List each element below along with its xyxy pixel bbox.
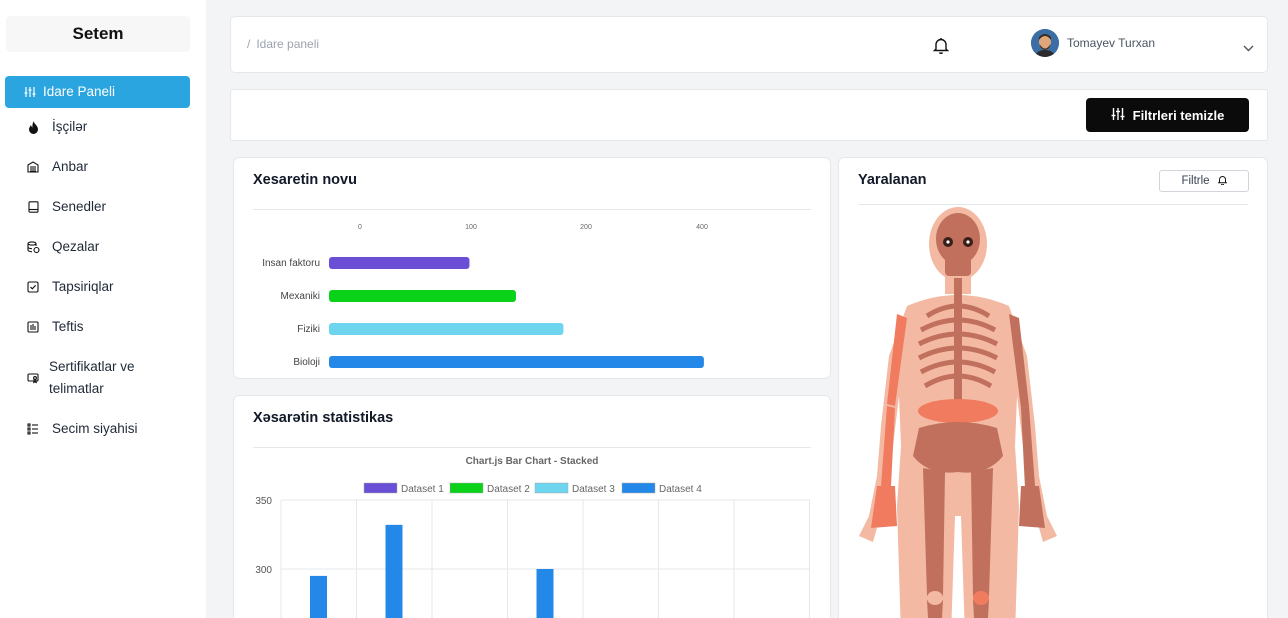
clear-filters-button[interactable]: Filtrleri temizle [1086,98,1249,132]
sidebar-item-label: Secim siyahisi [52,421,138,436]
legend-label: Dataset 1 [401,484,444,495]
sidebar-item-sertifikatlar[interactable]: Sertifikatlar ve telimatlar [5,356,190,400]
x-tick-label: 100 [465,224,477,231]
right-knee-highlight[interactable] [973,591,989,605]
bar [310,575,327,618]
injury-type-chart: 0 100 200 400 Insan faktoru Mexaniki Fiziki Bio… [262,224,708,368]
sidebar-item-label: Anbar [52,159,89,174]
category-label: Fiziki [297,324,320,335]
x-tick-label: 400 [696,224,708,231]
bar [329,257,470,269]
sidebar-item-label: Senedler [52,199,107,214]
user-menu[interactable]: Tomayev Turxan [1031,29,1155,57]
sidebar-item-senedler[interactable]: Senedler [5,196,190,218]
sliders-icon [1111,107,1125,124]
injury-stats-card: Xəsarətin statistikas Chart.js Bar Chart… [233,395,831,618]
document-icon [26,200,40,214]
legend-swatch [621,482,656,494]
sidebar-item-teftis[interactable]: Teftis [5,316,190,338]
legend-swatch [449,482,484,494]
sidebar-item-label: Tapsiriqlar [52,279,114,294]
category-label: Mexaniki [281,291,320,302]
flame-icon [26,120,40,134]
sidebar-item-tapsiriqlar[interactable]: Tapsiriqlar [5,276,190,298]
injured-card: Yaralanan Filtrle [838,157,1268,618]
breadcrumb-separator: / [247,37,251,51]
sidebar-item-label: Qezalar [52,239,100,254]
pelvis[interactable] [913,422,1003,473]
app-logo[interactable]: Setem [6,16,190,52]
sidebar-item-label: Teftis [52,319,84,334]
y-tick-label: 350 [255,496,272,507]
certificate-icon [26,371,40,385]
filter-bar: Filtrleri temizle [230,89,1268,141]
avatar [1031,29,1059,57]
sidebar-item-iscilar[interactable]: İşçilər [5,116,190,138]
bar [329,290,516,302]
chevron-down-icon[interactable] [1243,39,1254,57]
legend-swatch [534,482,569,494]
left-knee[interactable] [927,591,943,605]
card-divider [858,204,1248,205]
sliders-icon [23,85,37,99]
notification-bell-icon[interactable] [932,37,950,59]
card-title: Xesaretin novu [253,172,357,188]
bell-icon [1217,175,1228,188]
clear-filters-label: Filtrleri temizle [1132,107,1225,123]
breadcrumb-current[interactable]: Idare paneli [256,37,319,51]
card-divider [253,209,811,210]
sidebar-item-label: Idare Paneli [43,84,116,99]
sidebar-item-label: İşçilər [52,119,88,134]
x-tick-label: 0 [358,224,362,231]
legend-label: Dataset 3 [572,484,615,495]
filter-button[interactable]: Filtrle [1159,170,1249,192]
y-tick-label: 300 [255,565,272,576]
sidebar-item-label: Sertifikatlar ve telimatlar [49,359,135,396]
injury-type-card: Xesaretin novu 0 100 200 400 Insan faktoru Me… [233,157,831,379]
breadcrumb: / Idare paneli [247,37,319,51]
bar [329,356,704,368]
sidebar-item-anbar[interactable]: Anbar [5,156,190,178]
sidebar-item-idare-paneli[interactable]: Idare Paneli [5,76,190,108]
x-tick-label: 200 [580,224,592,231]
legend-swatch [363,482,398,494]
injury-stats-chart: Chart.js Bar Chart - Stacked Dataset 1 Dat… [255,456,810,618]
bar [536,569,554,618]
list-icon [26,422,40,436]
sidebar: Setem Idare Paneli İşçilər Anbar Senedle… [0,0,206,618]
card-title: Xəsarətin statistikas [253,410,394,426]
legend-label: Dataset 2 [487,484,530,495]
filter-label: Filtrle [1181,175,1210,187]
category-label: Bioloji [293,357,320,368]
sidebar-item-secim-siyahisi[interactable]: Secim siyahisi [5,418,190,440]
user-name: Tomayev Turxan [1067,36,1156,50]
chart-title: Chart.js Bar Chart - Stacked [466,456,599,467]
top-bar: / Idare paneli Tomayev Turxan [230,16,1268,73]
sidebar-item-qezalar[interactable]: Qezalar [5,236,190,258]
database-alert-icon [26,240,40,254]
bar [385,524,403,618]
abdomen-highlight[interactable] [918,399,998,423]
checkbox-icon [26,280,40,294]
human-skeleton-figure [859,207,1057,618]
category-label: Insan faktoru [262,258,320,269]
bar [329,323,564,335]
card-title: Yaralanan [858,172,927,188]
legend-label: Dataset 4 [659,484,702,495]
warehouse-icon [26,160,40,174]
inspection-icon [26,320,40,334]
